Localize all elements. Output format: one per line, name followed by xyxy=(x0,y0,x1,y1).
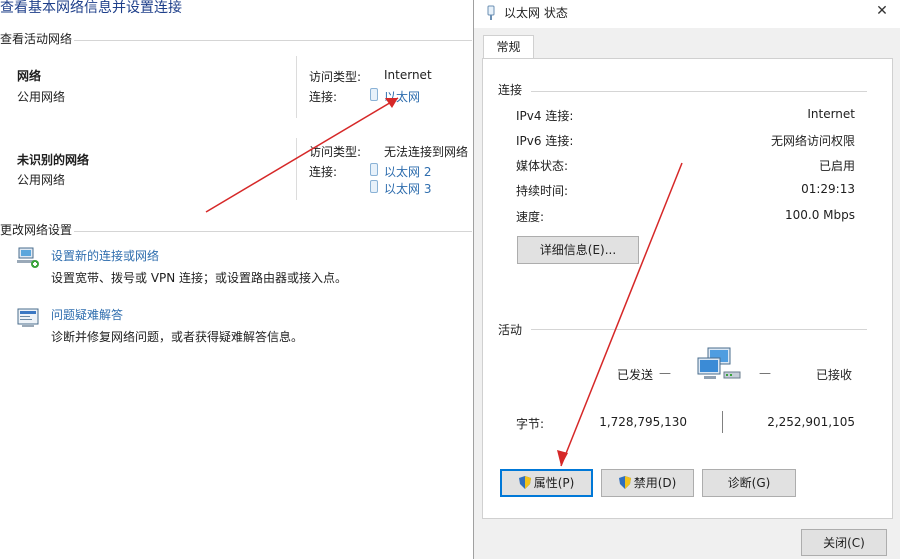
arrow-head xyxy=(385,98,398,108)
annotation-arrow xyxy=(205,97,399,213)
annotation-arrow xyxy=(560,162,683,467)
annotation-arrows xyxy=(205,97,683,467)
